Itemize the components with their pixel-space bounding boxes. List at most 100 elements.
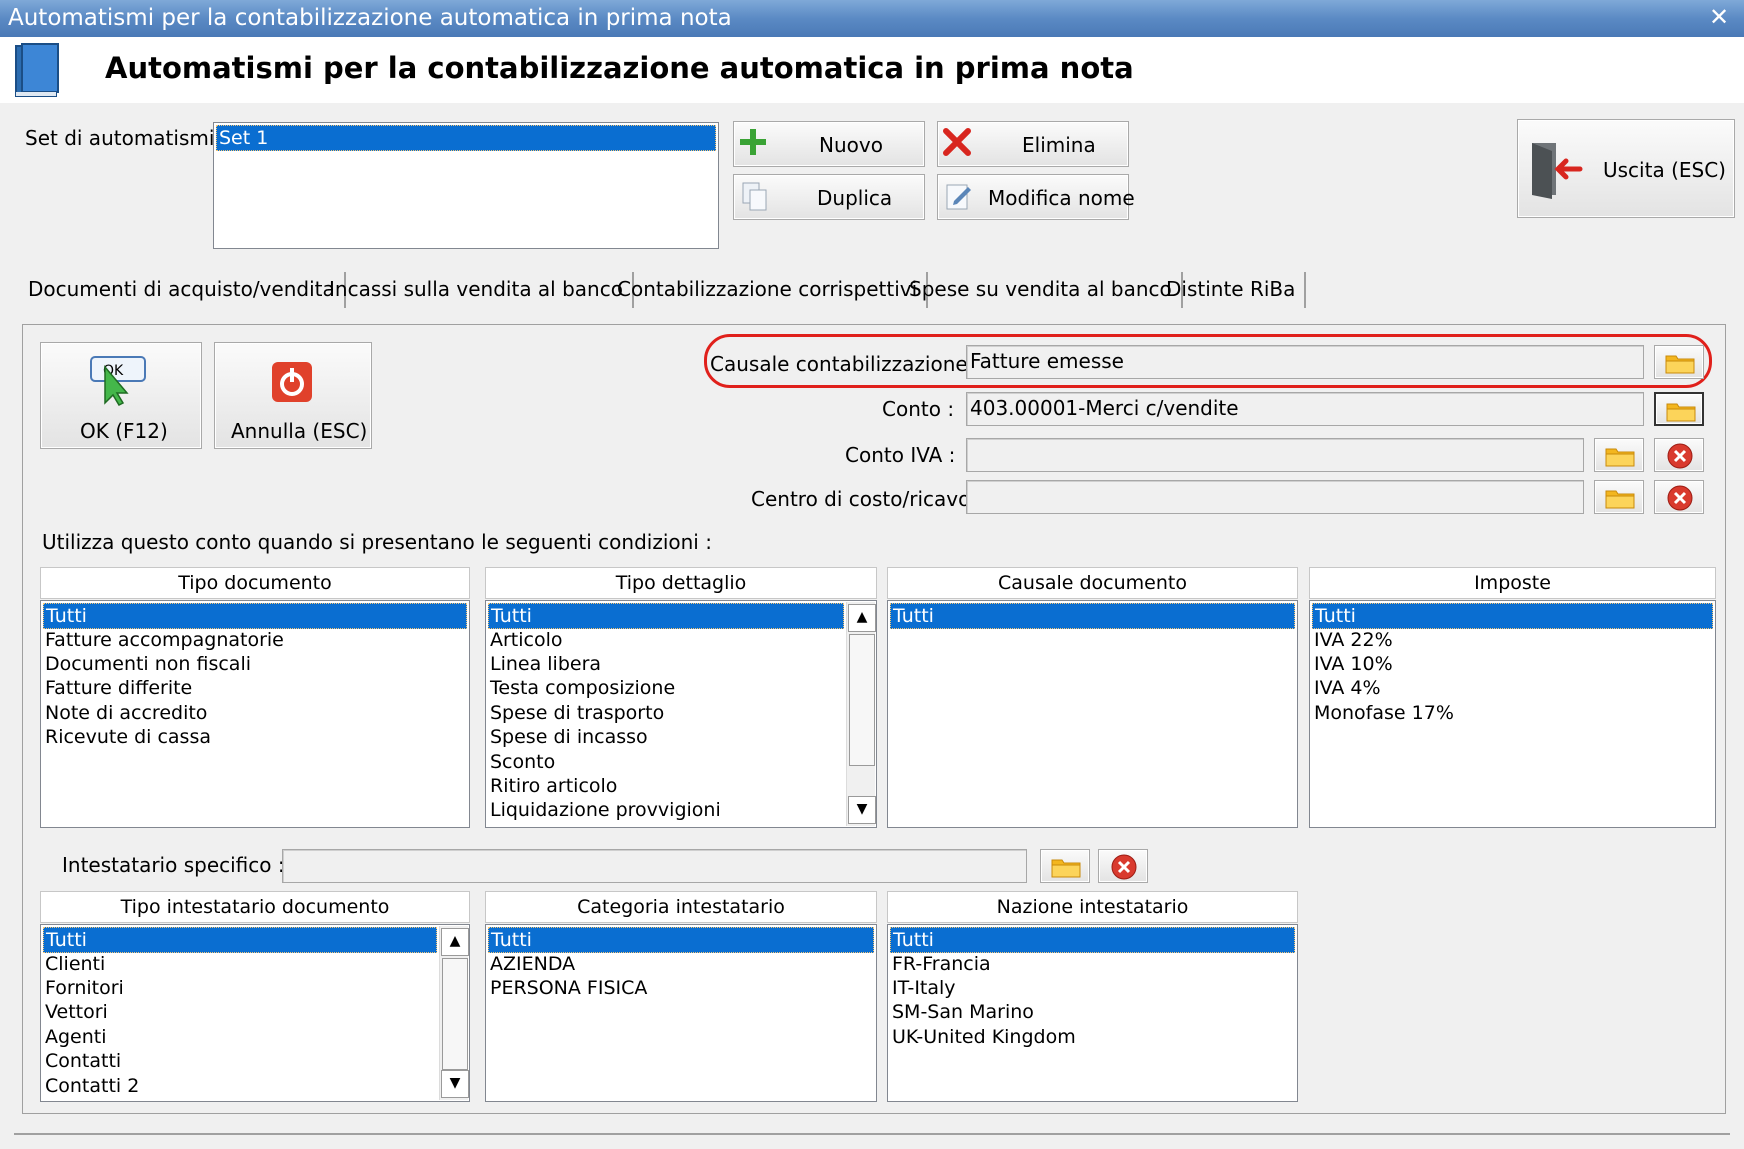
- imposte-list[interactable]: Tutti IVA 22% IVA 10% IVA 4% Monofase 17…: [1309, 600, 1716, 828]
- tipo-dettaglio-list[interactable]: Tutti Articolo Linea libera Testa compos…: [485, 600, 877, 828]
- list-item[interactable]: Liquidazione provvigioni: [488, 798, 844, 822]
- scrollbar[interactable]: ▲ ▼: [846, 602, 876, 826]
- conto-browse-button[interactable]: [1654, 392, 1704, 426]
- close-icon[interactable]: ✕: [1706, 4, 1732, 30]
- categoria-header: Categoria intestatario: [485, 891, 877, 923]
- scroll-up-icon[interactable]: ▲: [848, 604, 876, 632]
- list-item[interactable]: Fatture differite: [43, 676, 467, 700]
- list-item[interactable]: Contatti 2: [43, 1074, 437, 1098]
- list-item[interactable]: Ritiro articolo: [488, 774, 844, 798]
- list-item[interactable]: Linea libera: [488, 652, 844, 676]
- centro-clear-button[interactable]: [1654, 480, 1704, 514]
- list-item[interactable]: Tutti: [488, 927, 874, 953]
- list-item[interactable]: Sconto: [488, 750, 844, 774]
- list-item[interactable]: Testa composizione: [488, 676, 844, 700]
- x-icon: [943, 128, 971, 156]
- centro-browse-button[interactable]: [1594, 480, 1644, 514]
- list-item[interactable]: Spese di trasporto: [488, 701, 844, 725]
- conto-field[interactable]: 403.00001-Merci c/vendite: [966, 392, 1644, 426]
- tab-incassi[interactable]: Incassi sulla vendita al banco: [320, 272, 634, 308]
- list-item[interactable]: Contatti: [43, 1049, 437, 1073]
- folder-icon: [1665, 355, 1695, 374]
- new-button[interactable]: Nuovo: [733, 121, 925, 167]
- imposte-header: Imposte: [1309, 567, 1716, 599]
- copy-icon: [742, 182, 767, 211]
- scroll-down-icon[interactable]: ▼: [441, 1070, 469, 1098]
- list-item[interactable]: IVA 22%: [1312, 628, 1713, 652]
- list-item[interactable]: Clienti: [43, 952, 437, 976]
- nazione-header: Nazione intestatario: [887, 891, 1298, 923]
- list-item[interactable]: Note di accredito: [43, 701, 467, 725]
- conto-iva-field[interactable]: [966, 438, 1584, 472]
- list-item[interactable]: Tutti: [43, 927, 437, 953]
- list-item[interactable]: AZIENDA: [488, 952, 874, 976]
- list-item[interactable]: Tutti: [890, 603, 1295, 629]
- nazione-list[interactable]: Tutti FR-Francia IT-Italy SM-San Marino …: [887, 924, 1298, 1102]
- intestatario-field[interactable]: [282, 849, 1027, 883]
- list-item[interactable]: Ricevute di cassa: [43, 725, 467, 749]
- tab-corrispettivi[interactable]: Contabilizzazione corrispettivi: [608, 272, 929, 308]
- book-icon: [14, 42, 62, 98]
- list-item[interactable]: FR-Francia: [890, 952, 1295, 976]
- conto-iva-label: Conto IVA :: [845, 443, 956, 467]
- intestatario-browse-button[interactable]: [1040, 849, 1090, 883]
- categoria-list[interactable]: Tutti AZIENDA PERSONA FISICA: [485, 924, 877, 1102]
- causale-documento-list[interactable]: Tutti: [887, 600, 1298, 828]
- folder-icon: [1666, 403, 1696, 422]
- set-listbox[interactable]: Set 1: [213, 122, 719, 249]
- exit-door-icon: [1532, 143, 1583, 199]
- scroll-up-icon[interactable]: ▲: [441, 928, 469, 956]
- delete-icon: [1667, 485, 1693, 511]
- scrollbar[interactable]: ▲ ▼: [439, 926, 469, 1100]
- folder-icon: [1605, 448, 1635, 467]
- causale-browse-button[interactable]: [1654, 345, 1704, 379]
- cancel-button[interactable]: Annulla (ESC): [214, 342, 372, 449]
- list-item[interactable]: Fatture accompagnatorie: [43, 628, 467, 652]
- list-item[interactable]: PERSONA FISICA: [488, 976, 874, 1000]
- causale-field[interactable]: Fatture emesse: [966, 345, 1644, 379]
- tab-spese[interactable]: Spese su vendita al banco: [900, 272, 1183, 308]
- power-icon: [272, 362, 312, 402]
- duplicate-button[interactable]: Duplica: [733, 174, 925, 220]
- list-item[interactable]: Vettori: [43, 1000, 437, 1024]
- list-item[interactable]: Articolo: [488, 628, 844, 652]
- divider: [14, 1133, 1730, 1135]
- list-item[interactable]: Tutti: [890, 927, 1295, 953]
- tipo-intestatario-list[interactable]: Tutti Clienti Fornitori Vettori Agenti C…: [40, 924, 470, 1102]
- plus-icon: [740, 129, 766, 155]
- tab-documenti[interactable]: Documenti di acquisto/vendita: [19, 272, 346, 308]
- list-item[interactable]: SM-San Marino: [890, 1000, 1295, 1024]
- delete-button[interactable]: Elimina: [937, 121, 1129, 167]
- tipo-documento-list[interactable]: Tutti Fatture accompagnatorie Documenti …: [40, 600, 470, 828]
- rename-button[interactable]: Modifica nome: [937, 174, 1135, 220]
- intestatario-label: Intestatario specifico :: [62, 853, 285, 877]
- list-item[interactable]: UK-United Kingdom: [890, 1025, 1295, 1049]
- cancel-button-label: Annulla (ESC): [231, 419, 368, 443]
- list-item[interactable]: IT-Italy: [890, 976, 1295, 1000]
- list-item[interactable]: IVA 10%: [1312, 652, 1713, 676]
- ok-button[interactable]: OK OK (F12): [40, 342, 202, 449]
- scroll-down-icon[interactable]: ▼: [848, 796, 876, 824]
- scroll-thumb[interactable]: [442, 958, 468, 1070]
- list-item[interactable]: Spese di incasso: [488, 725, 844, 749]
- scroll-thumb[interactable]: [849, 634, 875, 766]
- list-item[interactable]: Monofase 17%: [1312, 701, 1713, 725]
- list-item[interactable]: Tutti: [43, 603, 467, 629]
- list-item[interactable]: Agenti: [43, 1025, 437, 1049]
- list-item[interactable]: Fornitori: [43, 976, 437, 1000]
- tab-riba[interactable]: Distinte RiBa: [1157, 272, 1307, 308]
- intestatario-clear-button[interactable]: [1098, 849, 1148, 883]
- set-item-selected[interactable]: Set 1: [216, 125, 716, 151]
- list-item[interactable]: IVA 4%: [1312, 676, 1713, 700]
- conto-iva-clear-button[interactable]: [1654, 438, 1704, 472]
- delete-icon: [1111, 854, 1137, 880]
- exit-button[interactable]: Uscita (ESC): [1517, 119, 1735, 218]
- conto-iva-browse-button[interactable]: [1594, 438, 1644, 472]
- tipo-documento-header: Tipo documento: [40, 567, 470, 599]
- page-title: Automatismi per la contabilizzazione aut…: [105, 51, 1134, 85]
- list-item[interactable]: Tutti: [1312, 603, 1713, 629]
- centro-field[interactable]: [966, 480, 1584, 514]
- edit-icon: [946, 184, 971, 210]
- list-item[interactable]: Documenti non fiscali: [43, 652, 467, 676]
- list-item[interactable]: Tutti: [488, 603, 844, 629]
